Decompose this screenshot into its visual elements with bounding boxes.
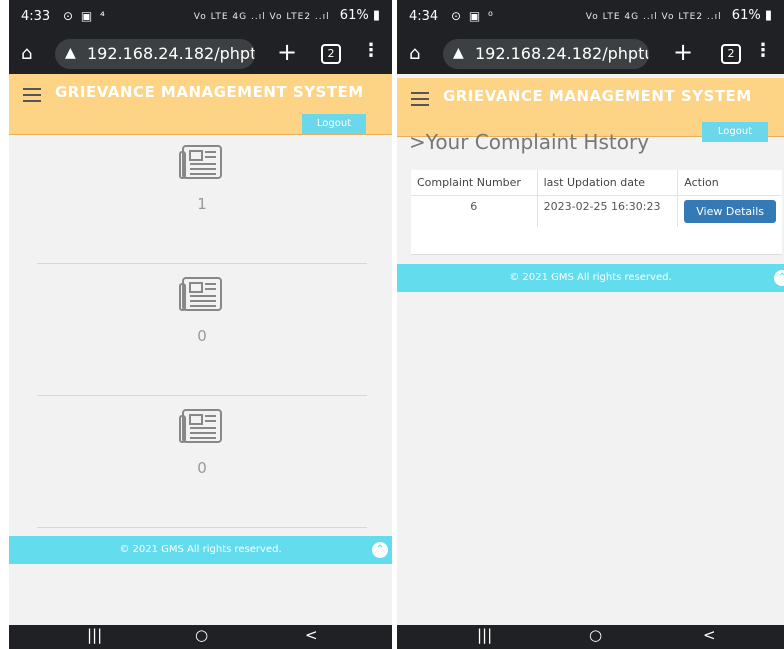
app-header: GRIEVANCE MANAGEMENT SYSTEM Logout xyxy=(9,74,392,135)
home-icon[interactable]: ⌂ xyxy=(21,43,32,64)
status-right: Vo LTE 4G ..ıl Vo LTE2 ..ıl 61% ▮ xyxy=(194,8,380,23)
warning-icon[interactable]: ▲ xyxy=(65,45,76,61)
app-title: GRIEVANCE MANAGEMENT SYSTEM xyxy=(443,87,752,105)
recent-apps-icon[interactable]: ||| xyxy=(87,626,102,644)
updation-date: 2023-02-25 16:30:23 xyxy=(537,195,679,227)
hamburger-menu-icon[interactable] xyxy=(411,92,429,110)
column-header: Action xyxy=(677,170,782,196)
more-menu-icon[interactable]: ⋮ xyxy=(362,40,380,61)
status-bar: 4:33 ⊙ ▣ ⁴ Vo LTE 4G ..ıl Vo LTE2 ..ıl 6… xyxy=(9,0,392,34)
view-details-button[interactable]: View Details xyxy=(684,200,776,223)
stat-card[interactable]: 0 xyxy=(37,275,367,396)
page-footer: © 2021 GMS All rights reserved. ⌃ xyxy=(9,536,392,564)
battery-level: 61% xyxy=(731,8,761,23)
complaint-history-table: Complaint Number last Updation date Acti… xyxy=(411,170,782,255)
recent-apps-icon[interactable]: ||| xyxy=(477,626,492,644)
back-icon[interactable]: < xyxy=(305,626,318,644)
column-header: last Updation date xyxy=(537,170,679,196)
status-time: 4:33 xyxy=(21,9,51,24)
logout-button[interactable]: Logout xyxy=(702,122,768,142)
page-footer: © 2021 GMS All rights reserved. ⌃ xyxy=(397,264,784,292)
stat-card[interactable]: 1 xyxy=(37,143,367,264)
new-tab-icon[interactable]: + xyxy=(673,38,693,66)
footer-text: © 2021 GMS All rights reserved. xyxy=(509,272,672,283)
battery-icon: ▮ xyxy=(368,8,380,23)
more-menu-icon[interactable]: ⋮ xyxy=(754,40,772,61)
page-title: >Your Complaint Hstory xyxy=(409,130,650,154)
left-phone-screen: 4:33 ⊙ ▣ ⁴ Vo LTE 4G ..ıl Vo LTE2 ..ıl 6… xyxy=(9,0,392,649)
notification-icons: ⊙ ▣ ⁴ xyxy=(63,9,107,23)
notification-icons: ⊙ ▣ ⁰ xyxy=(451,9,495,23)
scroll-top-icon[interactable]: ⌃ xyxy=(372,542,388,558)
hamburger-menu-icon[interactable] xyxy=(23,88,41,106)
browser-toolbar: ⌂ ▲ 192.168.24.182/phptu + 2 ⋮ xyxy=(397,34,784,74)
browser-toolbar: ⌂ ▲ 192.168.24.182/phptu + 2 ⋮ xyxy=(9,34,392,74)
signal-icon: Vo LTE 4G ..ıl Vo LTE2 ..ıl xyxy=(193,12,330,22)
status-time: 4:34 xyxy=(409,9,439,24)
url-text: 192.168.24.182/phptu xyxy=(87,44,255,63)
footer-text: © 2021 GMS All rights reserved. xyxy=(119,544,282,555)
android-nav-bar: ||| ○ < xyxy=(9,625,392,649)
home-icon[interactable]: ⌂ xyxy=(409,43,420,64)
complaint-number: 6 xyxy=(411,195,538,227)
signal-icon: Vo LTE 4G ..ıl Vo LTE2 ..ıl xyxy=(585,12,722,22)
table-row: 6 2023-02-25 16:30:23 View Details xyxy=(411,195,782,228)
scroll-top-icon[interactable]: ⌃ xyxy=(774,270,784,286)
home-button-icon[interactable]: ○ xyxy=(195,626,208,644)
right-phone-screen: 4:34 ⊙ ▣ ⁰ Vo LTE 4G ..ıl Vo LTE2 ..ıl 6… xyxy=(397,0,784,649)
column-header: Complaint Number xyxy=(411,170,538,196)
table-header-row: Complaint Number last Updation date Acti… xyxy=(411,170,782,196)
battery-icon: ▮ xyxy=(760,8,772,23)
newspaper-icon xyxy=(179,409,222,443)
android-nav-bar: ||| ○ < xyxy=(397,625,784,649)
action-cell: View Details xyxy=(678,196,782,228)
battery-level: 61% xyxy=(339,8,369,23)
back-icon[interactable]: < xyxy=(703,626,716,644)
warning-icon[interactable]: ▲ xyxy=(453,45,464,61)
home-button-icon[interactable]: ○ xyxy=(589,626,602,644)
url-text: 192.168.24.182/phptu xyxy=(475,44,649,63)
app-title: GRIEVANCE MANAGEMENT SYSTEM xyxy=(55,83,364,101)
address-bar[interactable]: ▲ 192.168.24.182/phptu xyxy=(55,39,255,69)
address-bar[interactable]: ▲ 192.168.24.182/phptu xyxy=(443,39,649,69)
status-right: Vo LTE 4G ..ıl Vo LTE2 ..ıl 61% ▮ xyxy=(586,8,772,23)
stat-card[interactable]: 0 xyxy=(37,407,367,528)
tab-count-button[interactable]: 2 xyxy=(721,44,741,64)
app-header: GRIEVANCE MANAGEMENT SYSTEM Logout xyxy=(397,78,784,142)
tab-count-button[interactable]: 2 xyxy=(321,44,341,64)
stat-value: 1 xyxy=(197,195,207,213)
status-bar: 4:34 ⊙ ▣ ⁰ Vo LTE 4G ..ıl Vo LTE2 ..ıl 6… xyxy=(397,0,784,34)
newspaper-icon xyxy=(179,145,222,179)
logout-button[interactable]: Logout xyxy=(302,114,366,134)
new-tab-icon[interactable]: + xyxy=(277,38,297,66)
stat-value: 0 xyxy=(197,327,207,345)
stat-value: 0 xyxy=(197,459,207,477)
newspaper-icon xyxy=(179,277,222,311)
